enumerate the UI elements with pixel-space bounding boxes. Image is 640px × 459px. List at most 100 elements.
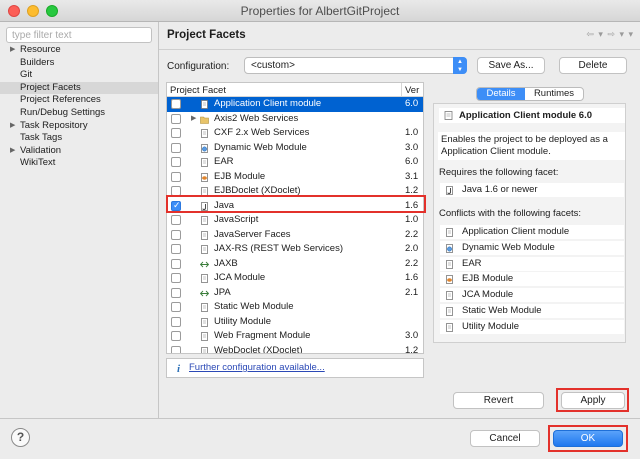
facet-checkbox[interactable] xyxy=(171,244,181,254)
facet-name: Static Web Module xyxy=(214,301,294,312)
sidebar-item-label: Task Tags xyxy=(20,132,63,144)
help-icon[interactable]: ? xyxy=(11,428,30,447)
configuration-select[interactable]: <custom> ▲ ▼ xyxy=(244,57,467,74)
facet-version[interactable]: 6.0 xyxy=(405,97,418,112)
facet-checkbox[interactable] xyxy=(171,171,181,182)
facet-row[interactable]: CXF 2.x Web Services 1.0 xyxy=(167,126,423,141)
expand-arrow-icon[interactable]: ▶ xyxy=(10,44,15,57)
further-configuration-link[interactable]: Further configuration available... xyxy=(189,359,325,377)
facet-row[interactable]: JavaScript 1.0 xyxy=(167,213,423,228)
facet-version[interactable]: 1.0 xyxy=(405,126,418,141)
page-icon xyxy=(446,291,453,301)
expand-arrow-icon[interactable]: ▶ xyxy=(10,145,15,158)
details-title: Application Client module 6.0 xyxy=(459,110,593,121)
sidebar-item-task-repository[interactable]: ▶ Task Repository xyxy=(0,120,158,133)
sidebar-item-label: Validation xyxy=(20,144,62,156)
facet-row[interactable]: JavaServer Faces 2.2 xyxy=(167,228,423,243)
sidebar-item-task-tags[interactable]: Task Tags xyxy=(0,132,158,145)
column-header-version[interactable]: Ver xyxy=(405,85,419,96)
tab-runtimes[interactable]: Runtimes xyxy=(525,88,583,100)
facet-checkbox[interactable] xyxy=(171,215,181,225)
requires-item-label: Java 1.6 or newer xyxy=(462,184,538,195)
facet-row[interactable]: WebDoclet (XDoclet) 1.2 xyxy=(167,344,423,354)
facet-name: WebDoclet (XDoclet) xyxy=(214,344,303,354)
page-icon xyxy=(446,259,453,269)
conflicts-item-label: Static Web Module xyxy=(462,305,542,316)
sidebar-item-builders[interactable]: Builders xyxy=(0,57,158,70)
facet-row[interactable]: EJB Module 3.1 xyxy=(167,170,423,185)
facet-version[interactable]: 3.1 xyxy=(405,170,418,185)
facet-checkbox[interactable] xyxy=(171,331,181,341)
facet-row[interactable]: JCA Module 1.6 xyxy=(167,271,423,286)
facet-checkbox[interactable] xyxy=(171,229,181,240)
sidebar-item-resource[interactable]: ▶ Resource xyxy=(0,44,158,57)
window-title: Properties for AlbertGitProject xyxy=(240,4,400,18)
column-header-facet[interactable]: Project Facet xyxy=(170,85,226,96)
facet-checkbox[interactable] xyxy=(171,345,181,353)
facet-row[interactable]: JAX-RS (REST Web Services) 2.0 xyxy=(167,242,423,257)
column-separator[interactable] xyxy=(401,83,402,97)
cancel-button[interactable]: Cancel xyxy=(470,430,540,447)
facet-checkbox[interactable] xyxy=(171,113,181,124)
facet-version[interactable]: 2.2 xyxy=(405,228,418,243)
facet-checkbox[interactable] xyxy=(171,273,181,283)
sidebar-item-project-references[interactable]: Project References xyxy=(0,94,158,107)
facet-name: EAR xyxy=(214,156,234,167)
conflicts-item: JCA Module xyxy=(440,288,624,303)
facet-row[interactable]: ▶ Axis2 Web Services xyxy=(167,112,423,127)
expand-arrow-icon[interactable]: ▶ xyxy=(191,112,196,127)
sidebar-item-validation[interactable]: ▶ Validation xyxy=(0,145,158,158)
facet-checkbox[interactable] xyxy=(171,287,181,298)
window-titlebar: Properties for AlbertGitProject xyxy=(0,0,640,22)
facet-row[interactable]: Dynamic Web Module 3.0 xyxy=(167,141,423,156)
facet-version[interactable]: 2.1 xyxy=(405,286,418,301)
facet-row[interactable]: Utility Module xyxy=(167,315,423,330)
bean-icon xyxy=(446,275,453,285)
tab-details[interactable]: Details xyxy=(477,88,525,100)
facet-name: Utility Module xyxy=(214,315,272,327)
facet-version[interactable]: 1.0 xyxy=(405,213,418,228)
java-highlight-box xyxy=(166,195,426,213)
conflicts-item-label: Dynamic Web Module xyxy=(462,241,555,253)
expand-arrow-icon[interactable]: ▶ xyxy=(10,120,15,133)
configuration-value: <custom> xyxy=(251,60,295,71)
facet-checkbox[interactable] xyxy=(171,316,181,327)
facet-row[interactable]: Static Web Module xyxy=(167,300,423,315)
facet-version[interactable]: 1.6 xyxy=(405,271,418,286)
sidebar-item-run-debug-settings[interactable]: Run/Debug Settings xyxy=(0,107,158,120)
facet-row[interactable]: JPA 2.1 xyxy=(167,286,423,301)
facet-row[interactable]: EAR 6.0 xyxy=(167,155,423,170)
conflicts-item: Application Client module xyxy=(440,225,624,239)
facet-checkbox[interactable] xyxy=(171,157,181,167)
facet-version[interactable]: 2.0 xyxy=(405,242,418,257)
sidebar-item-wikitext[interactable]: WikiText xyxy=(0,157,158,170)
ok-highlight-box xyxy=(548,425,628,452)
filter-input[interactable] xyxy=(6,27,152,43)
folder-icon xyxy=(200,116,209,124)
history-nav-icons[interactable]: ⇦ ▾ ⇨ ▾ ▾ xyxy=(586,29,634,40)
facet-row[interactable]: JAXB 2.2 xyxy=(167,257,423,272)
sidebar-item-git[interactable]: Git xyxy=(0,69,158,82)
facet-checkbox[interactable] xyxy=(171,128,181,138)
conflicts-item: EJB Module xyxy=(440,272,624,287)
save-as-button[interactable]: Save As... xyxy=(477,57,545,74)
conflicts-item: EAR xyxy=(440,256,624,271)
facet-version[interactable]: 3.0 xyxy=(405,329,418,344)
facet-name: Web Fragment Module xyxy=(214,330,311,341)
revert-button[interactable]: Revert xyxy=(453,392,544,409)
info-icon: i xyxy=(177,363,181,375)
facet-row[interactable]: Web Fragment Module 3.0 xyxy=(167,329,423,344)
facet-version[interactable]: 6.0 xyxy=(405,155,418,170)
delete-button[interactable]: Delete xyxy=(559,57,627,74)
facet-checkbox[interactable] xyxy=(171,302,181,312)
facet-version[interactable]: 1.2 xyxy=(405,344,418,354)
facet-row[interactable]: Application Client module 6.0 xyxy=(167,97,423,112)
facet-name: Axis2 Web Services xyxy=(214,112,299,124)
facet-version[interactable]: 3.0 xyxy=(405,141,418,156)
pane-divider[interactable] xyxy=(158,22,159,418)
facet-checkbox[interactable] xyxy=(171,99,181,109)
facet-checkbox[interactable] xyxy=(171,142,181,153)
facet-version[interactable]: 2.2 xyxy=(405,257,418,272)
facet-checkbox[interactable] xyxy=(171,258,181,269)
sidebar-item-project-facets[interactable]: Project Facets xyxy=(0,81,158,95)
